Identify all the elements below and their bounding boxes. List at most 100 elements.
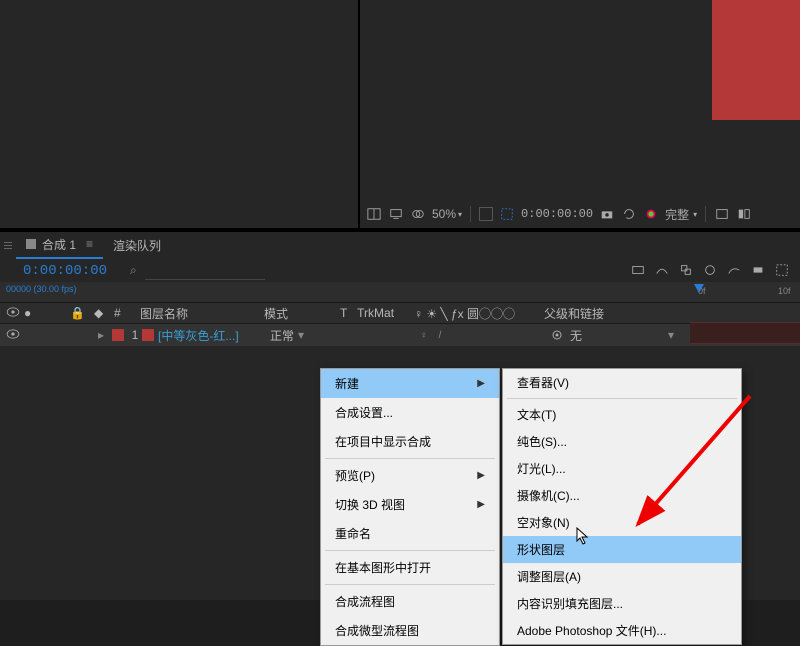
color-wheel-icon[interactable]: [643, 206, 659, 222]
view-toggle-icon[interactable]: [736, 206, 752, 222]
menu-item-comp-settings[interactable]: 合成设置...: [321, 398, 499, 427]
columns-header: ● 🔒 ◆ # 图层名称 模式 T TrkMat ♀ ☀ ╲ ƒx 圆◯◯◯ 父…: [0, 302, 800, 324]
preview-solid-shape: [712, 0, 800, 120]
menu-separator: [325, 458, 495, 459]
resolution-label: 完整: [665, 206, 689, 223]
preview-controls-bar: 50% ▾ 0:00:00:00 完整 ▾: [362, 200, 800, 228]
menu-separator: [507, 398, 737, 399]
timeline-toolbar: [490, 262, 800, 278]
layer-switches[interactable]: ♀ /: [414, 330, 544, 341]
time-ruler[interactable]: 0f 10f: [690, 282, 800, 302]
submenu-item-light[interactable]: 灯光(L)...: [503, 455, 741, 482]
speaker-icon: ●: [24, 306, 31, 320]
menu-item-mini-flowchart[interactable]: 合成微型流程图: [321, 616, 499, 645]
menu-label: 新建: [335, 375, 359, 392]
menu-label: 内容识别填充图层...: [517, 595, 623, 612]
chevron-down-icon: ▾: [298, 328, 304, 342]
submenu-arrow-icon: ▶: [477, 470, 485, 481]
reticle-icon[interactable]: [479, 207, 493, 221]
tab-menu-icon[interactable]: ≡: [86, 237, 93, 251]
tab-comp1[interactable]: 合成 1 ≡: [16, 232, 103, 259]
motion-blur-icon[interactable]: [702, 262, 718, 278]
submenu-item-content-aware[interactable]: 内容识别填充图层...: [503, 590, 741, 617]
frame-blend-icon[interactable]: [678, 262, 694, 278]
layer-parent-dropdown[interactable]: 无 ▾: [544, 327, 684, 344]
menu-item-flowchart[interactable]: 合成流程图: [321, 587, 499, 616]
chevron-down-icon: ▾: [668, 328, 674, 342]
submenu-item-camera[interactable]: 摄像机(C)...: [503, 482, 741, 509]
brain-icon[interactable]: [750, 262, 766, 278]
layer-mode-dropdown[interactable]: 正常 ▾: [262, 327, 346, 344]
menu-label: 预览(P): [335, 467, 375, 484]
fps-label[interactable]: 00000 (30.00 fps): [6, 284, 77, 294]
menu-label: 形状图层: [517, 541, 565, 558]
refresh-icon[interactable]: [621, 206, 637, 222]
layer-name-cell[interactable]: [中等灰色-红...]: [142, 327, 262, 344]
menu-item-preview[interactable]: 预览(P) ▶: [321, 461, 499, 490]
visibility-column: ●: [0, 306, 70, 320]
view-layout-icon[interactable]: [714, 206, 730, 222]
menu-label: Adobe Photoshop 文件(H)...: [517, 622, 666, 639]
chevron-down-icon: ▾: [693, 210, 697, 219]
switches-header: ♀ ☀ ╲ ƒx 圆◯◯◯: [408, 305, 538, 322]
comp-swatch: [26, 239, 36, 249]
layer-track-bar[interactable]: [690, 322, 800, 344]
menu-separator: [325, 550, 495, 551]
mode-header[interactable]: 模式: [256, 305, 340, 322]
panel-grip-icon[interactable]: [4, 234, 12, 256]
tab-render-queue[interactable]: 渲染队列: [103, 233, 171, 258]
monitor-icon[interactable]: [388, 206, 404, 222]
mask-icon[interactable]: [410, 206, 426, 222]
graph-editor-icon[interactable]: [726, 262, 742, 278]
eye-icon: [6, 306, 20, 320]
layer-name-text: [中等灰色-红...]: [158, 327, 239, 344]
menu-separator: [325, 584, 495, 585]
submenu-item-null[interactable]: 空对象(N): [503, 509, 741, 536]
preview-divider: [358, 0, 360, 228]
zoom-dropdown[interactable]: 50% ▾: [432, 207, 462, 221]
camera-icon[interactable]: [599, 206, 615, 222]
menu-item-switch-3d[interactable]: 切换 3D 视图 ▶: [321, 490, 499, 519]
menu-label: 文本(T): [517, 406, 556, 423]
layer-row[interactable]: ▸ 1 [中等灰色-红...] 正常 ▾ ♀ / 无 ▾: [0, 324, 800, 346]
layer-type-swatch: [142, 329, 154, 341]
parent-header[interactable]: 父级和链接: [538, 305, 678, 322]
context-menu: 新建 ▶ 合成设置... 在项目中显示合成 预览(P) ▶ 切换 3D 视图 ▶…: [320, 368, 500, 646]
menu-item-open-egp[interactable]: 在基本图形中打开: [321, 553, 499, 582]
menu-label: 切换 3D 视图: [335, 496, 405, 513]
tab-label: 合成 1: [42, 236, 76, 253]
submenu-item-psd[interactable]: Adobe Photoshop 文件(H)...: [503, 617, 741, 644]
twirl-icon[interactable]: ▸: [94, 328, 108, 342]
menu-label: 摄像机(C)...: [517, 487, 580, 504]
pickwhip-icon[interactable]: [550, 328, 564, 342]
preview-timecode[interactable]: 0:00:00:00: [521, 207, 593, 221]
menu-label: 合成微型流程图: [335, 622, 419, 639]
layer-color-swatch[interactable]: [112, 329, 124, 341]
marquee-icon[interactable]: [499, 206, 515, 222]
submenu-item-viewer[interactable]: 查看器(V): [503, 369, 741, 396]
mode-value: 正常: [270, 327, 294, 344]
submenu-item-solid[interactable]: 纯色(S)...: [503, 428, 741, 455]
current-time-indicator[interactable]: [694, 284, 704, 293]
snapshot-icon[interactable]: [774, 262, 790, 278]
grid-icon[interactable]: [366, 206, 382, 222]
shy-icon[interactable]: [654, 262, 670, 278]
trkmat-header: T TrkMat: [340, 306, 408, 320]
resolution-dropdown[interactable]: 完整 ▾: [665, 206, 697, 223]
tab-label: 渲染队列: [113, 237, 161, 254]
layer-search-input[interactable]: [145, 261, 265, 280]
menu-item-show-in-project[interactable]: 在项目中显示合成: [321, 427, 499, 456]
submenu-item-text[interactable]: 文本(T): [503, 401, 741, 428]
preview-viewport: [0, 0, 800, 228]
menu-label: 合成设置...: [335, 404, 393, 421]
menu-item-rename[interactable]: 重命名: [321, 519, 499, 548]
submenu-item-shape-layer[interactable]: 形状图层: [503, 536, 741, 563]
comp-button-icon[interactable]: [630, 262, 646, 278]
menu-label: 纯色(S)...: [517, 433, 567, 450]
layer-visibility-toggle[interactable]: [0, 328, 70, 342]
submenu-item-adjustment[interactable]: 调整图层(A): [503, 563, 741, 590]
layer-name-header[interactable]: 图层名称: [136, 305, 256, 322]
timecode-display[interactable]: 0:00:00:00: [0, 261, 130, 279]
menu-item-new[interactable]: 新建 ▶: [321, 369, 499, 398]
menu-label: 重命名: [335, 525, 371, 542]
